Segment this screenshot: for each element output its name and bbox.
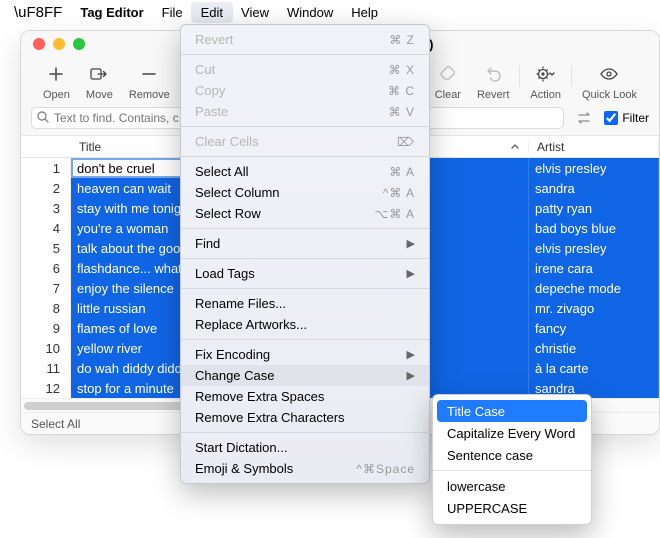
menu-start-dictation[interactable]: Start Dictation... bbox=[181, 437, 429, 458]
row-number: 5 bbox=[21, 238, 71, 258]
case-title[interactable]: Title Case bbox=[437, 400, 587, 422]
menu-copy[interactable]: Copy⌘ C bbox=[181, 80, 429, 101]
row-number: 3 bbox=[21, 198, 71, 218]
cell-artist[interactable]: à la carte bbox=[529, 358, 659, 378]
row-number: 4 bbox=[21, 218, 71, 238]
menu-find[interactable]: Find▶ bbox=[181, 233, 429, 254]
menu-load-tags[interactable]: Load Tags▶ bbox=[181, 263, 429, 284]
system-menubar: \uF8FF Tag Editor File Edit View Window … bbox=[0, 0, 660, 24]
row-number: 11 bbox=[21, 358, 71, 378]
cell-artist[interactable]: fancy bbox=[529, 318, 659, 338]
menu-select-all[interactable]: Select All⌘ A bbox=[181, 161, 429, 182]
open-button[interactable]: Open bbox=[35, 63, 78, 101]
cell-artist[interactable]: patty ryan bbox=[529, 198, 659, 218]
menu-clear-cells[interactable]: Clear Cells⌦ bbox=[181, 131, 429, 152]
menu-remove-spaces[interactable]: Remove Extra Spaces bbox=[181, 386, 429, 407]
cell-artist[interactable]: irene cara bbox=[529, 258, 659, 278]
row-number: 2 bbox=[21, 178, 71, 198]
quicklook-button[interactable]: Quick Look bbox=[574, 63, 645, 101]
menu-rename-files[interactable]: Rename Files... bbox=[181, 293, 429, 314]
case-capitalize-words[interactable]: Capitalize Every Word bbox=[433, 422, 591, 444]
menu-remove-chars[interactable]: Remove Extra Characters bbox=[181, 407, 429, 428]
cell-artist[interactable]: depeche mode bbox=[529, 278, 659, 298]
sort-asc-icon bbox=[510, 142, 520, 152]
menu-file[interactable]: File bbox=[162, 5, 183, 20]
eye-icon bbox=[596, 63, 622, 85]
menu-revert[interactable]: Revert⌘ Z bbox=[181, 29, 429, 50]
minus-icon bbox=[136, 63, 162, 85]
menu-fix-encoding[interactable]: Fix Encoding▶ bbox=[181, 344, 429, 365]
case-uppercase[interactable]: UPPERCASE bbox=[433, 497, 591, 519]
menu-view[interactable]: View bbox=[241, 5, 269, 20]
menu-paste[interactable]: Paste⌘ V bbox=[181, 101, 429, 122]
menu-window[interactable]: Window bbox=[287, 5, 333, 20]
cell-artist[interactable]: elvis presley bbox=[529, 238, 659, 258]
action-button[interactable]: Action bbox=[522, 63, 569, 101]
case-sentence[interactable]: Sentence case bbox=[433, 444, 591, 466]
chevron-right-icon: ▶ bbox=[407, 348, 415, 361]
cell-artist[interactable]: sandra bbox=[529, 178, 659, 198]
cell-artist[interactable]: bad boys blue bbox=[529, 218, 659, 238]
row-number: 8 bbox=[21, 298, 71, 318]
chevron-right-icon: ▶ bbox=[407, 267, 415, 280]
chevron-right-icon: ▶ bbox=[407, 237, 415, 250]
move-button[interactable]: Move bbox=[78, 63, 121, 101]
cell-artist[interactable]: elvis presley bbox=[529, 158, 659, 178]
remove-button[interactable]: Remove bbox=[121, 63, 178, 101]
undo-icon bbox=[480, 63, 506, 85]
menu-select-row[interactable]: Select Row⌥⌘ A bbox=[181, 203, 429, 224]
edit-menu: Revert⌘ Z Cut⌘ X Copy⌘ C Paste⌘ V Clear … bbox=[180, 24, 430, 484]
revert-button[interactable]: Revert bbox=[469, 63, 517, 101]
col-artist[interactable]: Artist bbox=[529, 140, 659, 154]
cell-artist[interactable]: mr. zivago bbox=[529, 298, 659, 318]
filter-checkbox[interactable]: Filter bbox=[604, 111, 649, 125]
status-text: Select All bbox=[31, 417, 80, 431]
clear-button[interactable]: Clear bbox=[427, 63, 469, 101]
filter-checkbox-input[interactable] bbox=[604, 111, 618, 125]
plus-icon bbox=[43, 63, 69, 85]
menu-help[interactable]: Help bbox=[351, 5, 378, 20]
move-icon bbox=[86, 63, 112, 85]
menu-cut[interactable]: Cut⌘ X bbox=[181, 59, 429, 80]
row-number: 12 bbox=[21, 378, 71, 398]
search-icon bbox=[36, 110, 50, 124]
row-number: 7 bbox=[21, 278, 71, 298]
menu-change-case[interactable]: Change Case▶ bbox=[181, 365, 429, 386]
chevron-right-icon: ▶ bbox=[407, 369, 415, 382]
row-number: 1 bbox=[21, 158, 71, 178]
case-lowercase[interactable]: lowercase bbox=[433, 475, 591, 497]
menu-select-column[interactable]: Select Column^⌘ A bbox=[181, 182, 429, 203]
menu-replace-artworks[interactable]: Replace Artworks... bbox=[181, 314, 429, 335]
menu-edit[interactable]: Edit bbox=[191, 2, 233, 23]
row-number: 9 bbox=[21, 318, 71, 338]
gear-dropdown-icon bbox=[533, 63, 559, 85]
eraser-icon bbox=[435, 63, 461, 85]
change-case-submenu: Title Case Capitalize Every Word Sentenc… bbox=[432, 394, 592, 525]
apple-menu-icon[interactable]: \uF8FF bbox=[14, 4, 62, 21]
row-number: 6 bbox=[21, 258, 71, 278]
menu-emoji-symbols[interactable]: Emoji & Symbols^⌘Space bbox=[181, 458, 429, 479]
cell-artist[interactable]: christie bbox=[529, 338, 659, 358]
row-number: 10 bbox=[21, 338, 71, 358]
app-name[interactable]: Tag Editor bbox=[80, 5, 143, 20]
replace-toggle-icon[interactable] bbox=[572, 111, 596, 125]
